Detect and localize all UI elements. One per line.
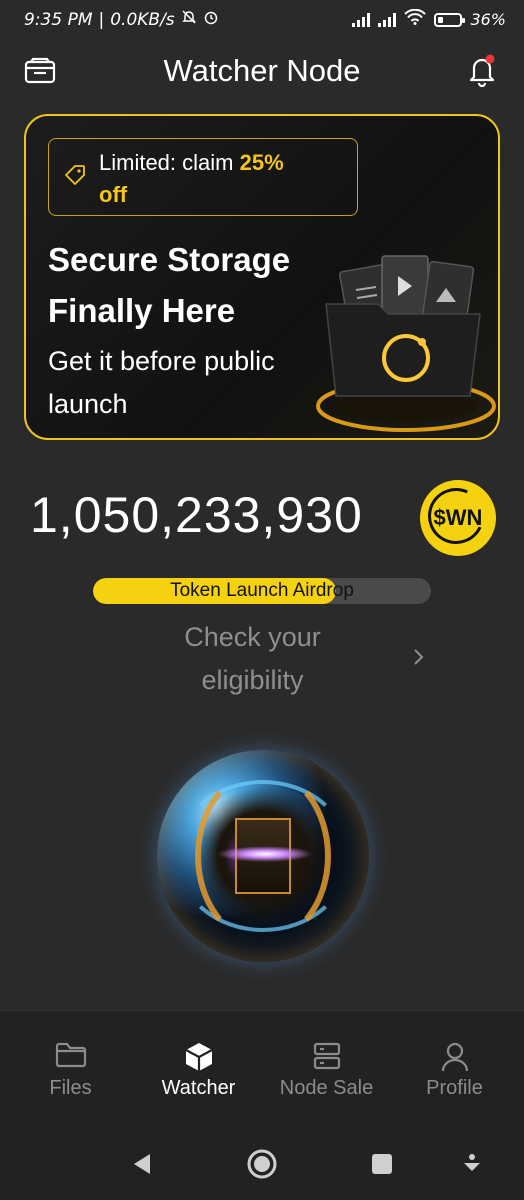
alarm-icon xyxy=(203,9,219,30)
airdrop-progress-label: Token Launch Airdrop xyxy=(170,580,354,601)
battery-icon xyxy=(434,12,466,27)
recent-apps-icon[interactable] xyxy=(370,1152,394,1180)
balance-row: 1,050,233,930 $WN xyxy=(0,480,524,560)
battery-percent: 36% xyxy=(470,10,506,29)
status-speed: 0.0KB/s xyxy=(110,9,175,30)
status-left: 9:35 PM | 0.0KB/s xyxy=(24,9,219,30)
nav-item-node-sale[interactable]: Node Sale xyxy=(261,1011,392,1123)
app-header: Watcher Node xyxy=(0,45,524,100)
nav-item-profile[interactable]: Profile xyxy=(389,1011,520,1123)
muted-bell-icon xyxy=(181,9,197,30)
keyboard-hide-icon[interactable] xyxy=(461,1152,483,1180)
tag-icon xyxy=(63,163,87,191)
check-eligibility-link[interactable]: Check your eligibility xyxy=(0,616,524,706)
badge-prefix: Limited: claim xyxy=(99,150,240,175)
discount-badge-text: Limited: claim 25% off xyxy=(99,147,349,211)
promo-banner[interactable]: Limited: claim 25% off Secure Storage Fin… xyxy=(24,114,500,440)
orb-glow xyxy=(217,846,313,862)
watcher-orb-button[interactable] xyxy=(157,750,369,962)
server-icon xyxy=(312,1041,342,1075)
system-navigation-bar xyxy=(0,1122,524,1200)
nav-label-profile: Profile xyxy=(426,1077,483,1099)
promo-subtitle: Get it before public launch xyxy=(48,346,275,419)
badge-highlight: 25% xyxy=(239,150,284,175)
signal-icon-2 xyxy=(378,12,397,27)
airdrop-progress-bar: Token Launch Airdrop xyxy=(93,578,431,604)
page-title: Watcher Node xyxy=(163,53,361,88)
signal-icon xyxy=(352,12,371,27)
badge-suffix: off xyxy=(99,182,128,207)
nav-item-files[interactable]: Files xyxy=(5,1011,136,1123)
user-icon xyxy=(440,1041,470,1077)
bottom-navigation: Files Watcher Node Sale Profile xyxy=(0,1010,524,1123)
nav-label-files: Files xyxy=(49,1077,92,1099)
wifi-icon xyxy=(404,8,427,30)
discount-badge: Limited: claim 25% off xyxy=(48,138,358,216)
status-bar: 9:35 PM | 0.0KB/s 36% xyxy=(0,0,524,40)
notification-bell-icon[interactable] xyxy=(466,53,498,91)
promo-title: Secure Storage Finally Here xyxy=(48,241,291,329)
back-icon[interactable] xyxy=(130,1152,154,1180)
status-separator: | xyxy=(98,9,105,30)
cube-icon xyxy=(184,1041,214,1077)
nav-label-node-sale: Node Sale xyxy=(279,1077,374,1099)
home-icon[interactable] xyxy=(246,1148,278,1184)
token-logo: $WN xyxy=(420,480,496,556)
chevron-right-icon xyxy=(412,647,426,671)
nav-item-watcher[interactable]: Watcher xyxy=(133,1011,264,1123)
battery-fill xyxy=(438,16,444,23)
token-balance: 1,050,233,930 xyxy=(30,487,363,543)
status-time: 9:35 PM xyxy=(24,9,93,30)
nav-label-watcher: Watcher xyxy=(161,1077,236,1099)
folder-icon xyxy=(55,1041,87,1073)
token-symbol: $WN xyxy=(433,505,483,530)
storage-folder-illustration xyxy=(308,246,498,438)
eligibility-text: Check your eligibility xyxy=(184,622,321,695)
status-right: 36% xyxy=(352,8,506,30)
